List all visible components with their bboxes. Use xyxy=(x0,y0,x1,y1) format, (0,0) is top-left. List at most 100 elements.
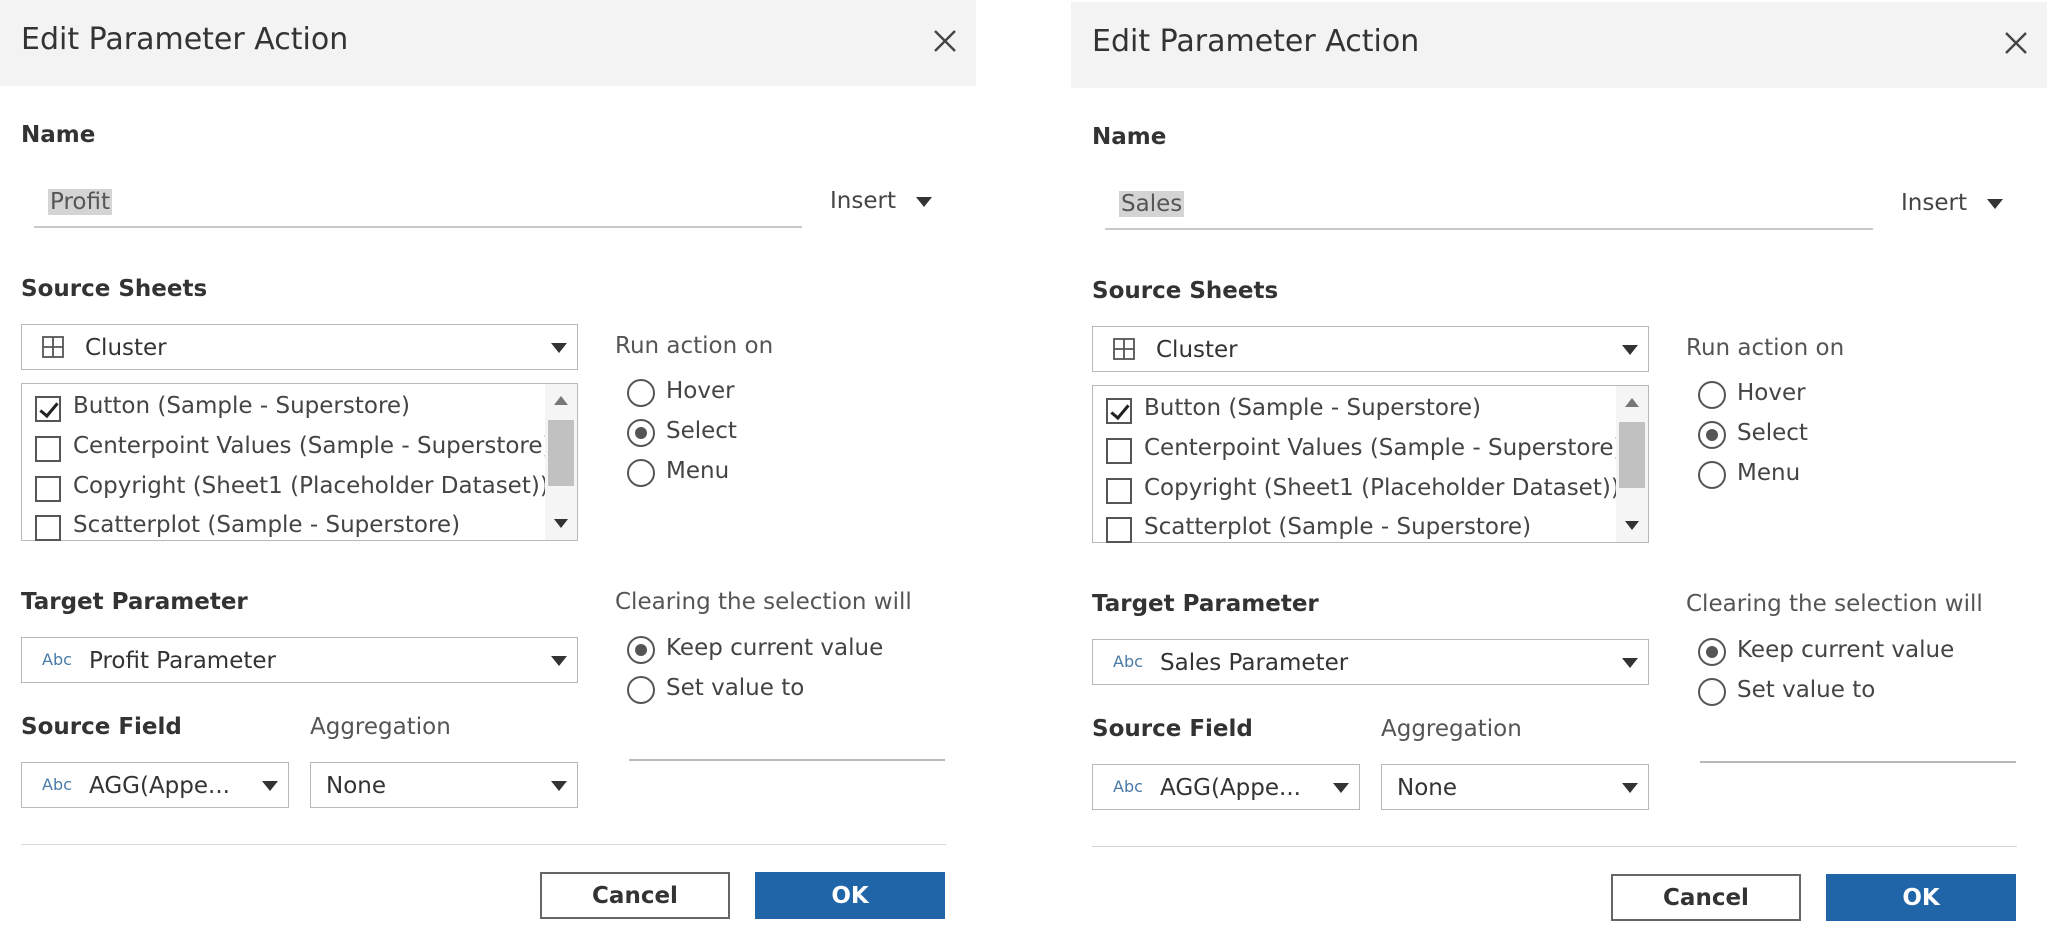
source-field-dropdown[interactable]: Abc AGG(Appe... xyxy=(1092,764,1360,810)
radio-label: Set value to xyxy=(666,675,805,701)
clearing-label: Clearing the selection will xyxy=(615,589,912,615)
set-value-input[interactable] xyxy=(1700,761,2016,763)
source-sheets-list[interactable]: Button (Sample - Superstore) Centerpoint… xyxy=(21,383,578,541)
scrollbar[interactable] xyxy=(545,384,577,540)
set-value-input[interactable] xyxy=(629,759,945,761)
target-parameter-label: Target Parameter xyxy=(1092,591,1319,617)
sheet-label: Copyright (Sheet1 (Placeholder Dataset)) xyxy=(1144,475,1620,501)
ok-button[interactable]: OK xyxy=(755,872,945,919)
radio-label: Menu xyxy=(666,458,730,484)
chevron-down-icon xyxy=(1986,198,2003,209)
name-input[interactable]: Profit xyxy=(34,186,802,228)
chevron-down-icon xyxy=(262,781,278,791)
name-label: Name xyxy=(1092,124,1167,150)
radio-label: Keep current value xyxy=(1737,637,1955,663)
radio-label: Set value to xyxy=(1737,677,1876,703)
target-parameter-dropdown[interactable]: Abc Profit Parameter xyxy=(21,637,578,683)
radio-label: Keep current value xyxy=(666,635,884,661)
grid-icon xyxy=(42,336,64,362)
checkbox[interactable] xyxy=(1106,398,1132,424)
edit-parameter-action-dialog-sales: Edit Parameter Action Name Sales Insert … xyxy=(1071,2,2048,949)
radio-button[interactable] xyxy=(627,419,655,447)
aggregation-dropdown[interactable]: None xyxy=(310,762,578,808)
name-value: Profit xyxy=(48,189,112,215)
name-input[interactable]: Sales xyxy=(1105,188,1873,230)
close-icon[interactable] xyxy=(2001,28,2031,58)
radio-button[interactable] xyxy=(627,459,655,487)
source-sheet-dropdown[interactable]: Cluster xyxy=(1092,326,1649,372)
source-sheet-value: Cluster xyxy=(1156,337,1238,363)
scroll-up-icon[interactable] xyxy=(1625,398,1639,407)
radio-button[interactable] xyxy=(1698,638,1726,666)
checkbox[interactable] xyxy=(35,515,61,541)
run-action-label: Run action on xyxy=(1686,335,1845,361)
radio-button[interactable] xyxy=(1698,461,1726,489)
source-sheet-value: Cluster xyxy=(85,335,167,361)
edit-parameter-action-dialog-profit: Edit Parameter Action Name Profit Insert… xyxy=(0,0,976,949)
source-field-value: AGG(Appe... xyxy=(89,773,230,799)
abc-icon: Abc xyxy=(42,650,72,669)
abc-icon: Abc xyxy=(1113,777,1143,796)
radio-button[interactable] xyxy=(627,676,655,704)
sheet-label: Button (Sample - Superstore) xyxy=(73,393,411,419)
radio-label: Hover xyxy=(1737,380,1806,406)
aggregation-value: None xyxy=(1397,775,1458,801)
scrollbar[interactable] xyxy=(1616,386,1648,542)
radio-label: Select xyxy=(1737,420,1808,446)
checkbox[interactable] xyxy=(35,436,61,462)
target-parameter-value: Profit Parameter xyxy=(89,648,276,674)
scroll-up-icon[interactable] xyxy=(554,396,568,405)
checkbox[interactable] xyxy=(1106,478,1132,504)
chevron-down-icon xyxy=(1333,783,1349,793)
radio-button[interactable] xyxy=(627,636,655,664)
aggregation-label: Aggregation xyxy=(310,714,451,740)
abc-icon: Abc xyxy=(42,775,72,794)
sheet-label: Centerpoint Values (Sample - Superstore) xyxy=(1144,435,1623,461)
source-field-label: Source Field xyxy=(1092,716,1253,742)
radio-label: Select xyxy=(666,418,737,444)
target-parameter-dropdown[interactable]: Abc Sales Parameter xyxy=(1092,639,1649,685)
dialog-titlebar: Edit Parameter Action xyxy=(0,0,976,86)
chevron-down-icon xyxy=(1622,658,1638,668)
aggregation-dropdown[interactable]: None xyxy=(1381,764,1649,810)
sheet-label: Scatterplot (Sample - Superstore) xyxy=(73,512,461,538)
footer-divider xyxy=(21,844,946,845)
scroll-down-icon[interactable] xyxy=(1625,521,1639,530)
checkbox[interactable] xyxy=(1106,438,1132,464)
sheet-label: Button (Sample - Superstore) xyxy=(1144,395,1482,421)
chevron-down-icon xyxy=(551,656,567,666)
cancel-button[interactable]: Cancel xyxy=(1611,874,1801,921)
scroll-thumb[interactable] xyxy=(548,420,574,486)
insert-dropdown[interactable]: Insert xyxy=(830,188,932,224)
scroll-down-icon[interactable] xyxy=(554,519,568,528)
insert-label: Insert xyxy=(830,188,896,214)
cancel-button[interactable]: Cancel xyxy=(540,872,730,919)
radio-button[interactable] xyxy=(1698,381,1726,409)
dialog-title: Edit Parameter Action xyxy=(1092,24,1420,59)
source-sheet-dropdown[interactable]: Cluster xyxy=(21,324,578,370)
dialog-titlebar: Edit Parameter Action xyxy=(1071,2,2047,88)
checkbox[interactable] xyxy=(35,396,61,422)
close-icon[interactable] xyxy=(930,26,960,56)
source-field-value: AGG(Appe... xyxy=(1160,775,1301,801)
name-value: Sales xyxy=(1119,191,1185,217)
insert-dropdown[interactable]: Insert xyxy=(1901,190,2003,226)
radio-button[interactable] xyxy=(627,379,655,407)
target-parameter-label: Target Parameter xyxy=(21,589,248,615)
chevron-down-icon xyxy=(915,196,932,207)
scroll-thumb[interactable] xyxy=(1619,422,1645,488)
source-field-dropdown[interactable]: Abc AGG(Appe... xyxy=(21,762,289,808)
radio-button[interactable] xyxy=(1698,421,1726,449)
sheet-label: Copyright (Sheet1 (Placeholder Dataset)) xyxy=(73,473,549,499)
grid-icon xyxy=(1113,338,1135,364)
ok-button[interactable]: OK xyxy=(1826,874,2016,921)
radio-label: Hover xyxy=(666,378,735,404)
radio-button[interactable] xyxy=(1698,678,1726,706)
source-sheets-list[interactable]: Button (Sample - Superstore) Centerpoint… xyxy=(1092,385,1649,543)
chevron-down-icon xyxy=(551,781,567,791)
footer-divider xyxy=(1092,846,2017,847)
checkbox[interactable] xyxy=(35,476,61,502)
checkbox[interactable] xyxy=(1106,517,1132,543)
source-field-label: Source Field xyxy=(21,714,182,740)
radio-label: Menu xyxy=(1737,460,1801,486)
